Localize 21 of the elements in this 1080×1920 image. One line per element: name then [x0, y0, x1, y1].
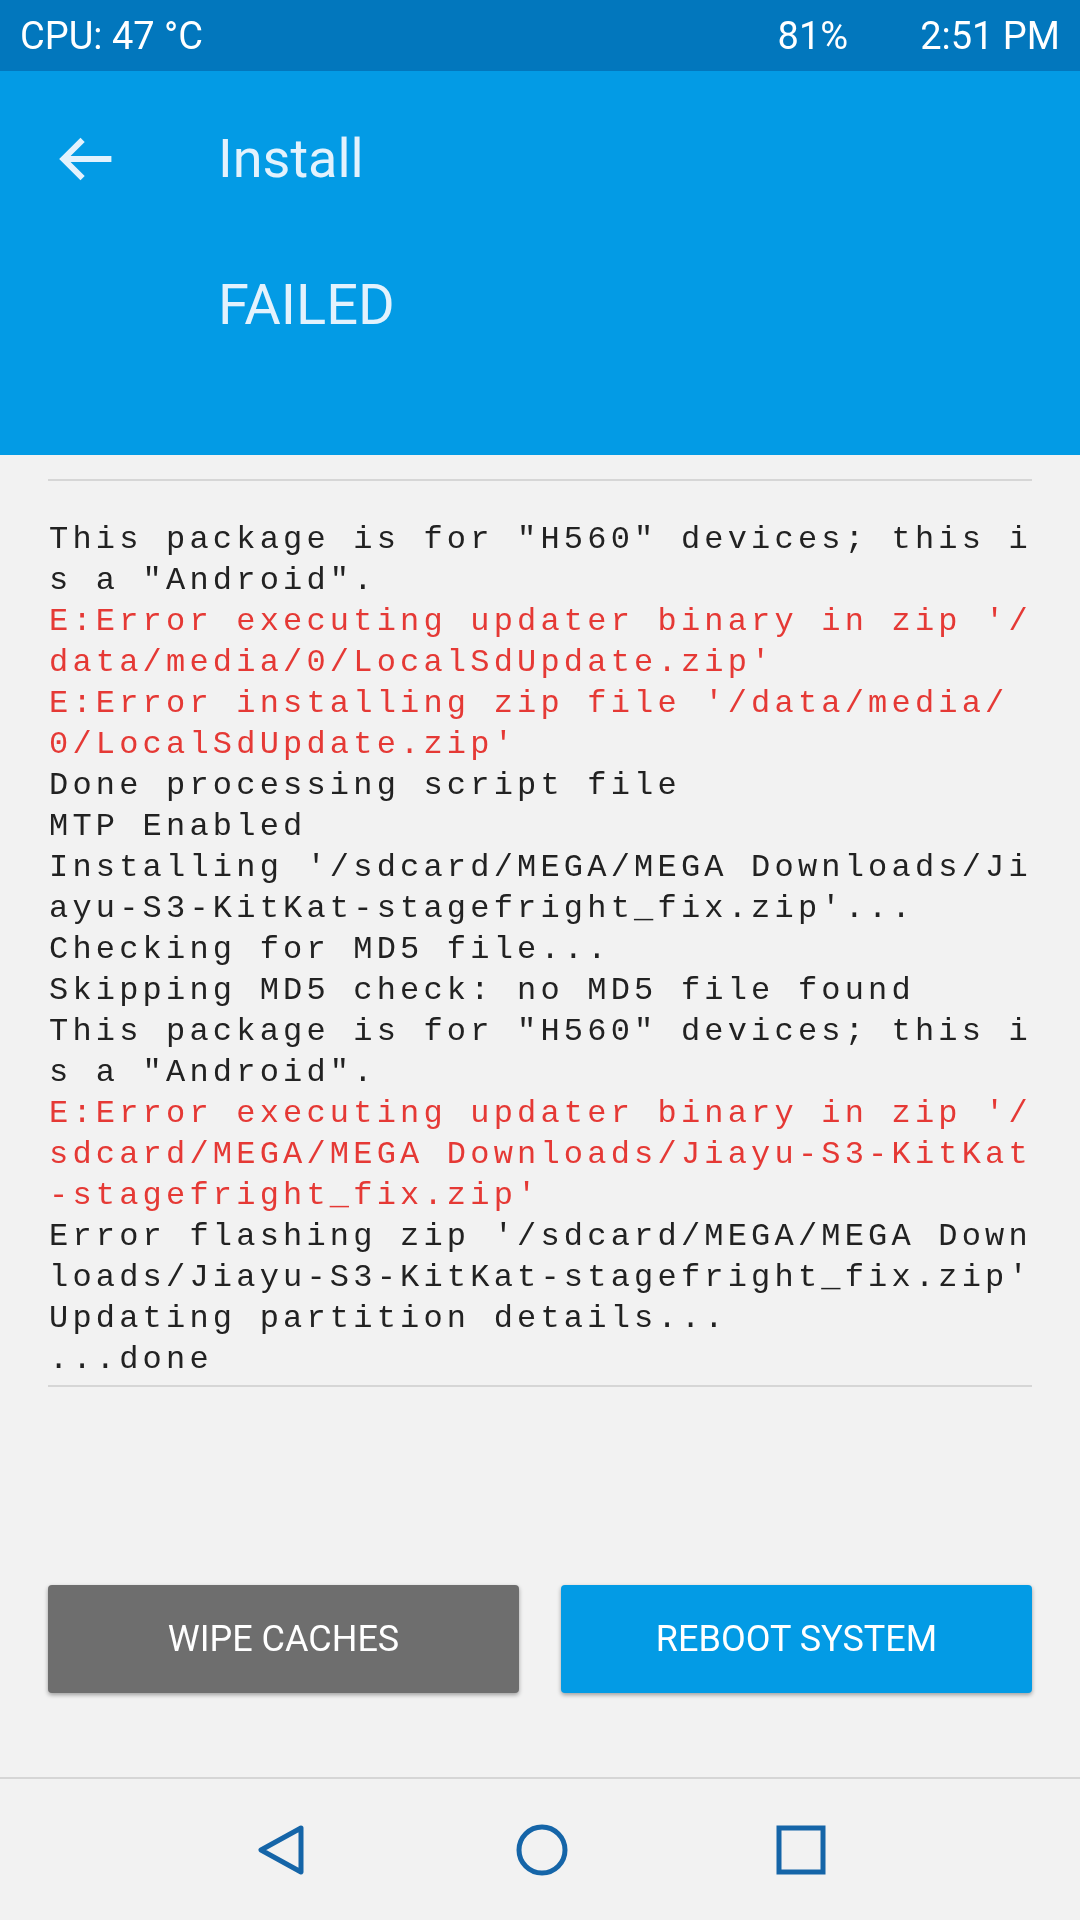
install-result: FAILED — [218, 272, 396, 338]
log-line: Done processing script file — [49, 766, 682, 806]
log-line: Installing '/sdcard/MEGA/MEGA Downloads/Jiayu-S3-KitKat-stagefright_fix.zip'... — [49, 848, 1033, 929]
log-line: Skipping MD5 check: no MD5 file found — [49, 971, 916, 1011]
wipe-button[interactable]: WIPE CACHES — [48, 1585, 519, 1693]
log-line: Updating partition details... — [49, 1299, 729, 1339]
log-line: This package is for "H560" devices; this is a "Android". — [49, 520, 1033, 601]
error-log-line: E:Error executing updater binary in zip '/sdcard/MEGA/MEGA Downloads/Jiayu-S3-KitKat-stagefright_fix.zip' — [49, 1094, 1033, 1216]
log-line: This package is for "H560" devices; this is a "Android". — [49, 1012, 1033, 1093]
reboot-button[interactable]: REBOOT SYSTEM — [561, 1585, 1032, 1693]
recents-icon[interactable] — [775, 1823, 828, 1876]
log-line: Error flashing zip '/sdcard/MEGA/MEGA Downloads/Jiayu-S3-KitKat-stagefright_fix.zip' — [49, 1217, 1033, 1298]
clock: 2:51 PM — [920, 13, 1060, 58]
screen-title: Install — [218, 127, 364, 190]
log-line: Checking for MD5 file... — [49, 930, 612, 970]
error-log-line: E:Error installing zip file '/data/media/0/LocalSdUpdate.zip' — [49, 684, 1010, 765]
battery-level: 81% — [777, 13, 849, 58]
log-line: ...done — [49, 1340, 214, 1380]
log-line: MTP Enabled — [49, 807, 308, 847]
cpu-temperature: CPU: 47 °C — [20, 13, 205, 58]
error-log-line: E:Error executing updater binary in zip '/data/media/0/LocalSdUpdate.zip' — [49, 602, 1033, 683]
